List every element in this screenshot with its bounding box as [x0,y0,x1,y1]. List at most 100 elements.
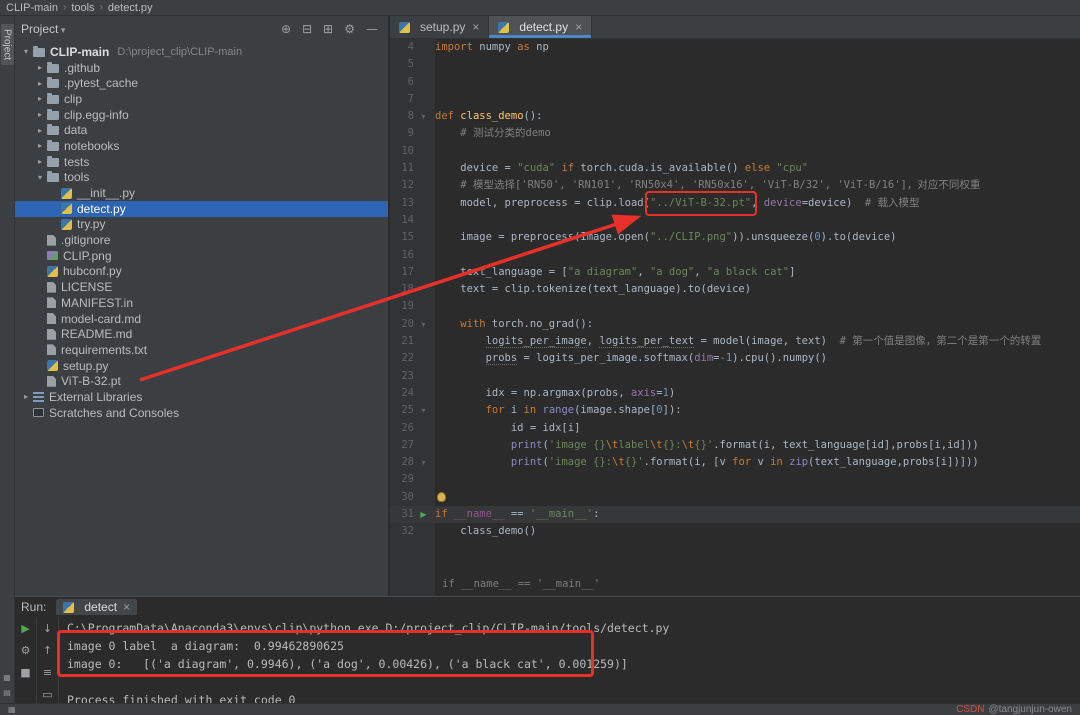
chevron-collapsed-icon[interactable]: ▸ [33,94,47,103]
scroll-down-icon[interactable]: ↓ [43,622,52,635]
breadcrumb-item-tools[interactable]: tools [71,2,94,14]
chevron-expanded-icon[interactable]: ▾ [19,47,33,56]
run-line-icon[interactable]: ▶ [414,506,433,523]
code-line-29[interactable]: 29 [390,471,1080,488]
code-line-13[interactable]: 13 model, preprocess = clip.load("../ViT… [390,195,1080,212]
tree-item-pytest-cache[interactable]: ▸.pytest_cache [15,75,388,91]
fold-icon[interactable]: ▾ [414,402,433,419]
code-line-5[interactable]: 5 [390,56,1080,73]
code-line-9[interactable]: 9 # 测试分类的demo [390,125,1080,142]
chevron-collapsed-icon[interactable]: ▸ [33,110,47,119]
code-line-18[interactable]: 18 text = clip.tokenize(text_language).t… [390,281,1080,298]
chevron-collapsed-icon[interactable]: ▸ [33,126,47,135]
rerun-icon[interactable]: ▶ [21,622,29,635]
tree-item-notebooks[interactable]: ▸notebooks [15,138,388,154]
code-line-19[interactable]: 19 [390,298,1080,315]
settings-icon[interactable]: ⚙ [344,22,355,36]
close-icon[interactable]: × [472,20,479,34]
chevron-collapsed-icon[interactable]: ▸ [33,157,47,166]
breadcrumb-item-detect-py[interactable]: detect.py [108,2,153,14]
tree-item-model-card-md[interactable]: model-card.md [15,311,388,327]
chevron-collapsed-icon[interactable]: ▸ [19,392,33,401]
stop-icon[interactable]: ■ [20,666,30,679]
tree-item-setup-py[interactable]: setup.py [15,358,388,374]
chevron-collapsed-icon[interactable]: ▸ [33,79,47,88]
code-line-28[interactable]: 28▾ print('image {}:\t{}'.format(i, [v f… [390,454,1080,471]
project-view-dropdown[interactable]: Project [21,22,65,36]
tree-item-readme-md[interactable]: README.md [15,326,388,342]
code-line-12[interactable]: 12 # 模型选择['RN50', 'RN101', 'RN50x4', 'RN… [390,177,1080,194]
tree-item-try-py[interactable]: try.py [15,217,388,233]
code-line-27[interactable]: 27 print('image {}\tlabel\t{}:\t{}'.form… [390,437,1080,454]
code-line-23[interactable]: 23 [390,368,1080,385]
collapse-all-icon[interactable]: ⊟ [302,22,312,36]
gutter-spacer [414,333,433,350]
editor-tab-setup-py[interactable]: setup.py× [390,16,489,38]
fold-icon[interactable]: ▾ [414,316,433,333]
tree-item-init-py[interactable]: __init__.py [15,185,388,201]
soft-wrap-icon[interactable]: ≡ [43,666,52,679]
code-line-30[interactable]: 30 [390,489,1080,506]
fold-icon[interactable]: ▾ [414,108,433,125]
tree-item-tests[interactable]: ▸tests [15,154,388,170]
scroll-up-icon[interactable]: ↑ [43,644,52,657]
code-line-24[interactable]: 24 idx = np.argmax(probs, axis=1) [390,385,1080,402]
code-line-21[interactable]: 21 logits_per_image, logits_per_text = m… [390,333,1080,350]
tree-item-external-libraries[interactable]: ▸External Libraries [15,389,388,405]
locate-icon[interactable]: ⊕ [281,22,291,36]
project-tool-window-button[interactable]: Project [1,24,14,65]
code-line-20[interactable]: 20▾ with torch.no_grad(): [390,316,1080,333]
code-text: text = clip.tokenize(text_language).to(d… [433,281,751,298]
code-line-7[interactable]: 7 [390,91,1080,108]
code-text [433,489,450,506]
close-icon[interactable]: × [575,20,582,34]
tree-item-clip-egg-info[interactable]: ▸clip.egg-info [15,107,388,123]
editor-tab-detect-py[interactable]: detect.py× [489,16,592,38]
close-icon[interactable]: × [123,600,130,614]
tree-item-license[interactable]: LICENSE [15,279,388,295]
tree-item-clip[interactable]: ▸clip [15,91,388,107]
breadcrumb-item-clip-main[interactable]: CLIP-main [6,2,58,14]
tree-item-requirements-txt[interactable]: requirements.txt [15,342,388,358]
expand-all-icon[interactable]: ⊞ [323,22,333,36]
code-line-26[interactable]: 26 id = idx[i] [390,420,1080,437]
chevron-expanded-icon[interactable]: ▾ [33,173,47,182]
tool-windows-icon[interactable]: ▦ [8,705,16,714]
code-line-22[interactable]: 22 probs = logits_per_image.softmax(dim=… [390,350,1080,367]
tree-item-clip-main[interactable]: ▾CLIP-mainD:\project_clip\CLIP-main [15,44,388,60]
code-line-25[interactable]: 25▾ for i in range(image.shape[0]): [390,402,1080,419]
code-line-11[interactable]: 11 device = "cuda" if torch.cuda.is_avai… [390,160,1080,177]
tree-item-data[interactable]: ▸data [15,122,388,138]
run-tab-detect[interactable]: detect × [56,599,137,615]
clear-icon[interactable]: ▭ [42,688,52,701]
tree-item-hubconf-py[interactable]: hubconf.py [15,264,388,280]
code-line-16[interactable]: 16 [390,247,1080,264]
tree-item-gitignore[interactable]: .gitignore [15,232,388,248]
settings-icon[interactable]: ⚙ [21,644,31,657]
tree-item-tools[interactable]: ▾tools [15,170,388,186]
window-grid-icon[interactable]: ▦ [3,673,11,682]
tree-item-vit-b-32-pt[interactable]: ViT-B-32.pt [15,373,388,389]
window-dock-icon[interactable]: ▤ [3,688,11,697]
code-line-10[interactable]: 10 [390,143,1080,160]
chevron-collapsed-icon[interactable]: ▸ [33,141,47,150]
editor[interactable]: 4import numpy as np5678▾def class_demo()… [390,39,1080,597]
tree-item-clip-png[interactable]: CLIP.png [15,248,388,264]
fold-icon[interactable]: ▾ [414,454,433,471]
tree-item-manifest-in[interactable]: MANIFEST.in [15,295,388,311]
code-line-6[interactable]: 6 [390,74,1080,91]
tree-item-detect-py[interactable]: detect.py [15,201,388,217]
code-line-14[interactable]: 14 [390,212,1080,229]
tree-item-github[interactable]: ▸.github [15,60,388,76]
code-line-17[interactable]: 17 text_language = ["a diagram", "a dog"… [390,264,1080,281]
code-line-4[interactable]: 4import numpy as np [390,39,1080,56]
code-line-31[interactable]: 31▶if __name__ == '__main__': [390,506,1080,523]
code-line-8[interactable]: 8▾def class_demo(): [390,108,1080,125]
intention-bulb-icon[interactable] [437,492,446,502]
run-console[interactable]: C:\ProgramData\Anaconda3\envs\clip\pytho… [59,617,1080,703]
tree-item-scratches-and-consoles[interactable]: Scratches and Consoles [15,405,388,421]
code-line-15[interactable]: 15 image = preprocess(Image.open("../CLI… [390,229,1080,246]
chevron-collapsed-icon[interactable]: ▸ [33,63,47,72]
hide-icon[interactable]: — [366,22,378,36]
code-line-32[interactable]: 32 class_demo() [390,523,1080,540]
